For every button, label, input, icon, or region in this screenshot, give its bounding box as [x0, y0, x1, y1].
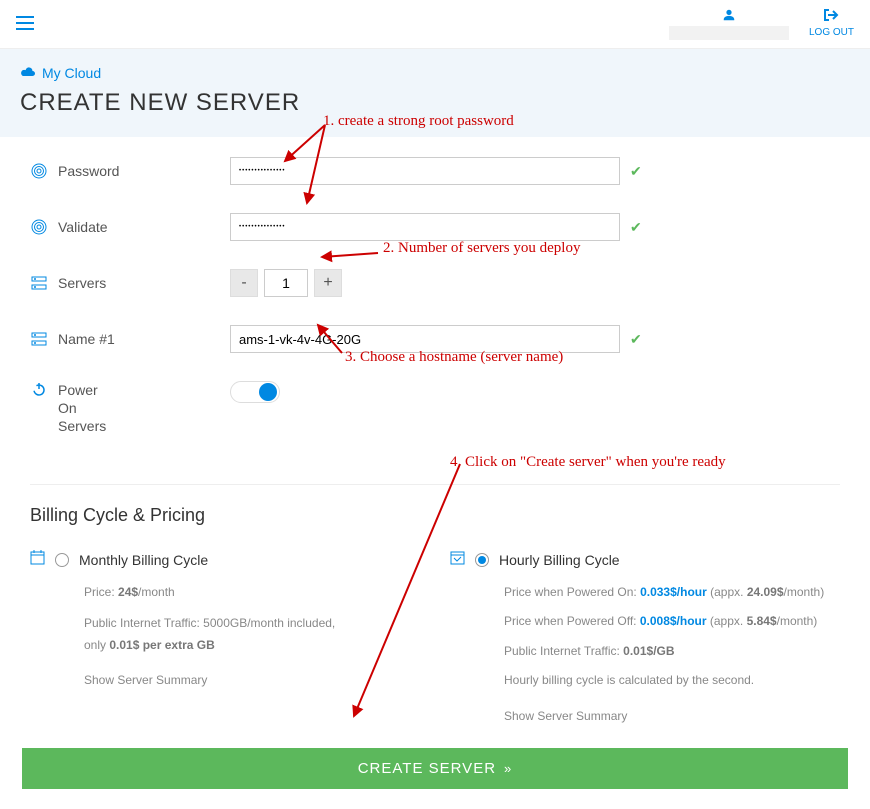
arrow-2 — [316, 245, 386, 265]
create-server-label: CREATE SERVER — [358, 760, 496, 777]
breadcrumb[interactable]: My Cloud — [20, 65, 850, 81]
user-icon — [722, 8, 736, 22]
fingerprint-icon — [30, 219, 48, 235]
form-area: 1. create a strong root password 2. Numb… — [0, 137, 870, 484]
power-label: Power On Servers — [58, 381, 106, 436]
servers-label: Servers — [58, 275, 106, 291]
check-icon: ✔ — [630, 163, 642, 180]
calendar-hour-icon — [450, 550, 465, 570]
breadcrumb-label: My Cloud — [42, 65, 101, 81]
name-label: Name #1 — [58, 331, 115, 347]
page-header: My Cloud CREATE NEW SERVER — [0, 49, 870, 137]
validate-row: Validate ✔ — [30, 213, 840, 241]
monthly-title: Monthly Billing Cycle — [79, 552, 208, 568]
password-input[interactable] — [230, 157, 620, 185]
annotation-2: 2. Number of servers you deploy — [383, 240, 580, 257]
password-row: Password ✔ — [30, 157, 840, 185]
logout-button[interactable]: LOG OUT — [809, 8, 854, 38]
validate-label: Validate — [58, 219, 108, 235]
hourly-off-line: Price when Powered Off: 0.008$/hour (app… — [504, 611, 840, 633]
username-placeholder — [669, 26, 789, 40]
monthly-traffic-line: Public Internet Traffic: 5000GB/month in… — [84, 613, 420, 656]
billing-section: 4. Click on "Create server" when you're … — [0, 484, 870, 748]
hourly-traffic-line: Public Internet Traffic: 0.01$/GB — [504, 641, 840, 663]
servers-row: Servers - + — [30, 269, 840, 297]
billing-hourly-column: Hourly Billing Cycle Price when Powered … — [450, 550, 840, 728]
stepper-plus-button[interactable]: + — [314, 269, 342, 297]
logout-label: LOG OUT — [809, 27, 854, 38]
page-title: CREATE NEW SERVER — [20, 89, 850, 117]
hourly-title: Hourly Billing Cycle — [499, 552, 620, 568]
check-icon: ✔ — [630, 219, 642, 236]
billing-title: Billing Cycle & Pricing — [30, 484, 840, 526]
toggle-knob — [259, 383, 277, 401]
billing-monthly-column: Monthly Billing Cycle Price: 24$/month P… — [30, 550, 420, 728]
user-menu[interactable] — [669, 8, 789, 40]
power-row: Power On Servers — [30, 381, 840, 436]
monthly-show-summary-link[interactable]: Show Server Summary — [84, 670, 420, 692]
check-icon: ✔ — [630, 331, 642, 348]
hourly-on-line: Price when Powered On: 0.033$/hour (appx… — [504, 582, 840, 604]
calendar-icon — [30, 550, 45, 570]
monthly-radio[interactable] — [55, 553, 69, 567]
servers-stepper: - + — [230, 269, 342, 297]
stepper-minus-button[interactable]: - — [230, 269, 258, 297]
monthly-price-line: Price: 24$/month — [84, 582, 420, 604]
power-on-toggle[interactable] — [230, 381, 280, 403]
logout-icon — [823, 8, 839, 27]
hostname-input[interactable] — [230, 325, 620, 353]
chevron-double-right-icon: » — [504, 761, 512, 776]
topbar: LOG OUT — [0, 0, 870, 49]
fingerprint-icon — [30, 163, 48, 179]
password-label: Password — [58, 163, 119, 179]
servers-icon — [30, 275, 48, 291]
power-icon — [30, 381, 48, 397]
cloud-icon — [20, 65, 36, 81]
validate-input[interactable] — [230, 213, 620, 241]
hourly-radio[interactable] — [475, 553, 489, 567]
hourly-note: Hourly billing cycle is calculated by th… — [504, 670, 840, 692]
servers-count-input[interactable] — [264, 269, 308, 297]
name-row: Name #1 ✔ — [30, 325, 840, 353]
hourly-show-summary-link[interactable]: Show Server Summary — [504, 706, 840, 728]
hamburger-menu-icon[interactable] — [16, 14, 34, 35]
servers-icon — [30, 331, 48, 347]
